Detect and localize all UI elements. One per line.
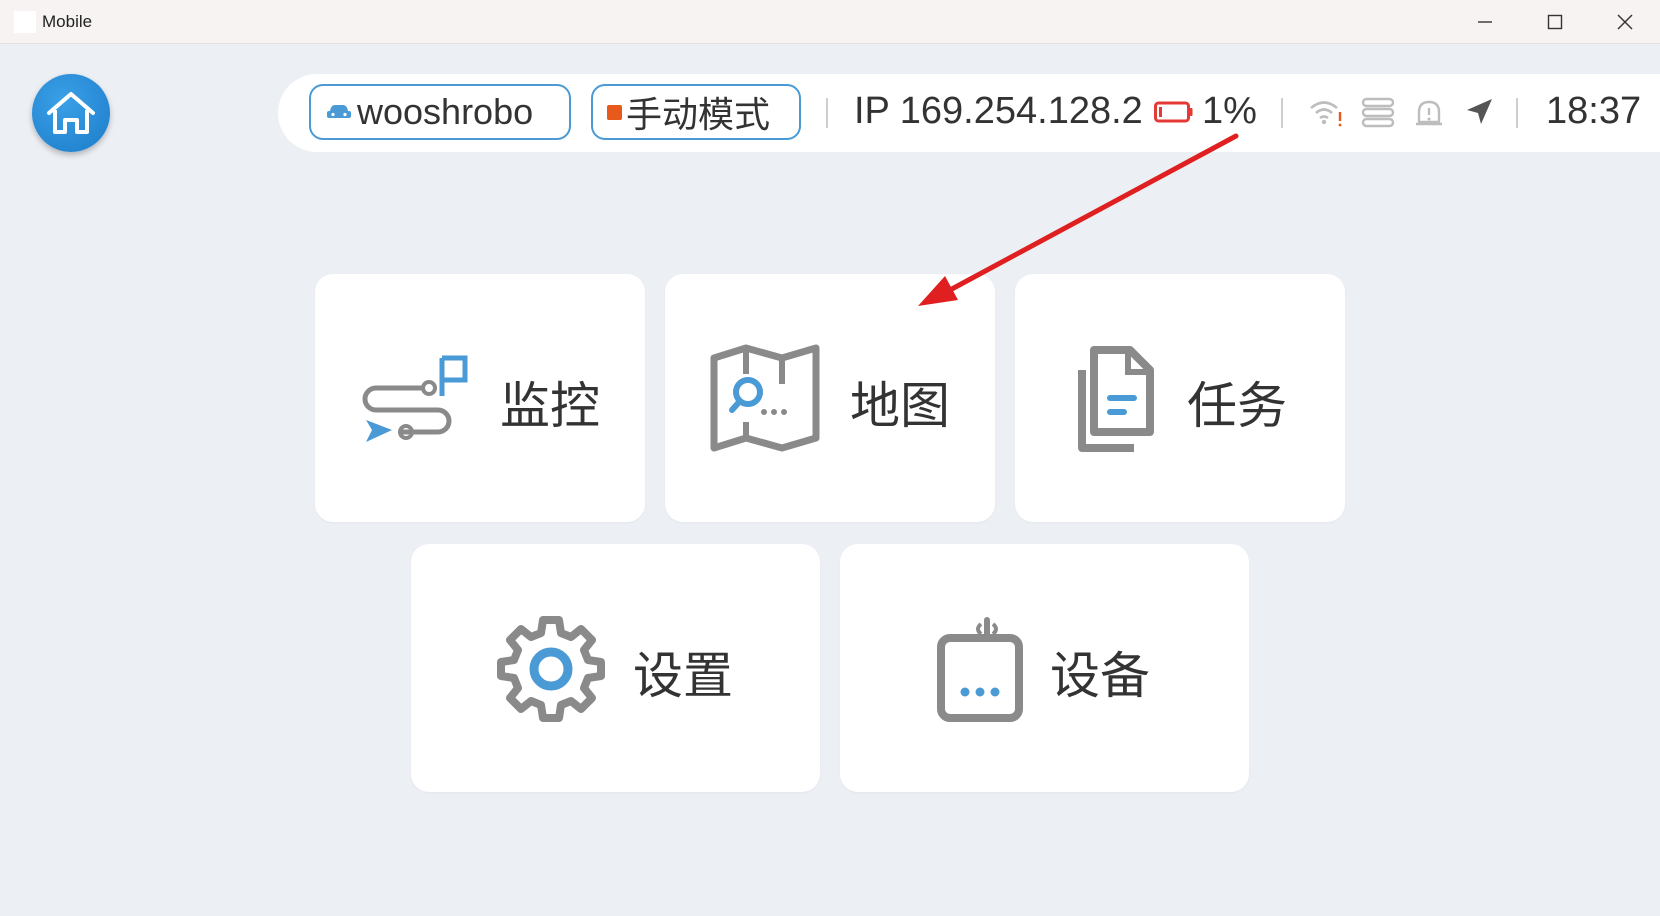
tile-label: 设备	[1050, 647, 1150, 705]
wifi-warning-icon	[1310, 101, 1342, 127]
mode-indicator	[607, 104, 622, 120]
minimize-icon	[1478, 21, 1492, 23]
tile-label: 地图	[850, 377, 950, 435]
home-button[interactable]	[32, 74, 110, 152]
window-title: Mobile	[42, 12, 93, 31]
divider	[826, 98, 828, 128]
close-icon	[1617, 14, 1633, 30]
status-bar: wooshrobo 手动模式 IP 169.254.128.2 1% 18:37	[278, 74, 1660, 152]
divider	[1281, 98, 1283, 128]
tile-map[interactable]: 地图	[665, 274, 995, 522]
mode-selector[interactable]: 手动模式	[591, 84, 801, 140]
close-button[interactable]	[1590, 0, 1660, 44]
server-icon	[1361, 97, 1395, 128]
map-search-icon	[710, 344, 820, 452]
robot-car-icon	[327, 105, 351, 118]
ip-address: IP 169.254.128.2	[854, 90, 1143, 132]
device-icon	[937, 617, 1023, 722]
window-titlebar: Mobile	[0, 0, 1660, 44]
battery-level: 1%	[1202, 90, 1257, 132]
tile-label: 监控	[500, 377, 600, 435]
tile-monitor[interactable]: 监控	[315, 274, 645, 522]
maximize-icon	[1547, 14, 1563, 30]
divider	[1516, 98, 1518, 128]
tile-settings[interactable]: 设置	[411, 544, 820, 792]
alert-icon	[1416, 100, 1442, 126]
robot-selector[interactable]: wooshrobo	[309, 84, 571, 140]
home-icon	[47, 92, 95, 134]
tile-device[interactable]: 设备	[840, 544, 1249, 792]
monitor-route-icon	[362, 355, 468, 442]
gear-icon	[497, 616, 605, 722]
mode-label: 手动模式	[626, 94, 771, 135]
robot-name: wooshrobo	[357, 91, 534, 132]
clock: 18:37	[1546, 90, 1642, 132]
app-icon	[14, 11, 36, 33]
minimize-button[interactable]	[1450, 0, 1520, 44]
tile-label: 设置	[633, 647, 733, 705]
battery-icon	[1154, 101, 1193, 123]
tile-task[interactable]: 任务	[1015, 274, 1345, 522]
tile-label: 任务	[1187, 377, 1287, 435]
navigation-icon	[1467, 99, 1492, 124]
maximize-button[interactable]	[1520, 0, 1590, 44]
task-document-icon	[1078, 346, 1154, 452]
